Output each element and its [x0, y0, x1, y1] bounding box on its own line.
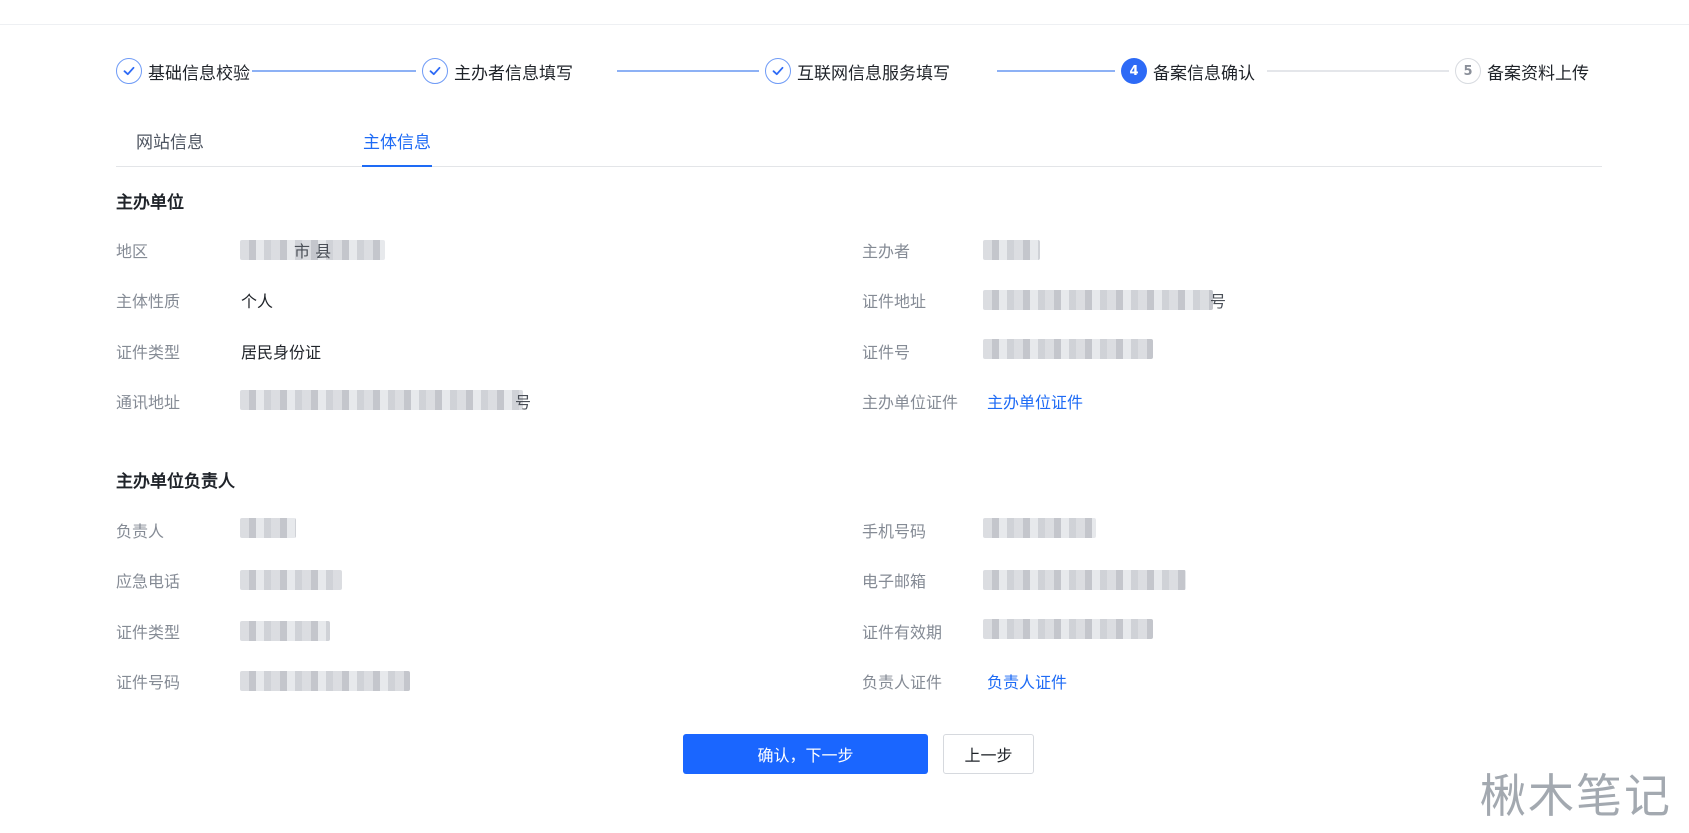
leader-cert-link[interactable]: 负责人证件 [987, 669, 1067, 693]
step-sponsor-info: 主办者信息填写 [422, 54, 573, 88]
leader-cert-label: 负责人证件 [862, 673, 943, 692]
sponsor-unit-title: 主办单位 [116, 193, 184, 213]
cert-no-redacted [983, 339, 1153, 359]
confirm-next-button[interactable]: 确认，下一步 [683, 734, 928, 774]
unit-cert-link[interactable]: 主办单位证件 [987, 389, 1083, 413]
leader-name-redacted [240, 518, 296, 538]
step-label: 主办者信息填写 [454, 63, 573, 84]
cert-valid-redacted [983, 619, 1153, 639]
step-number: 5 [1455, 58, 1481, 84]
emergency-phone-redacted [240, 570, 342, 590]
region-value: 市 县 [294, 242, 332, 261]
step-connector [252, 70, 416, 72]
step-upload: 5 备案资料上传 [1455, 54, 1589, 88]
mail-address-redacted [240, 390, 523, 410]
check-icon [422, 58, 448, 84]
step-connector [617, 70, 759, 72]
top-divider [0, 24, 1689, 25]
nature-label: 主体性质 [116, 292, 181, 311]
region-label: 地区 [116, 242, 149, 261]
leader-cert-type-redacted [240, 621, 330, 641]
tab-subject-info[interactable]: 主体信息 [363, 128, 431, 153]
tab-website-info[interactable]: 网站信息 [136, 128, 204, 153]
step-internet-service: 互联网信息服务填写 [765, 54, 950, 88]
sponsor-value-redacted [983, 240, 1040, 260]
step-connector [1267, 70, 1449, 72]
step-label: 备案资料上传 [1487, 63, 1589, 84]
step-label: 基础信息校验 [148, 63, 250, 84]
emergency-phone-label: 应急电话 [116, 572, 181, 591]
leader-cert-no-redacted [240, 671, 410, 691]
leader-cert-type-label: 证件类型 [116, 623, 181, 642]
check-icon [116, 58, 142, 84]
step-number: 4 [1121, 58, 1147, 84]
step-basic-check: 基础信息校验 [116, 54, 250, 88]
check-icon [765, 58, 791, 84]
email-label: 电子邮箱 [862, 572, 927, 591]
step-confirm: 4 备案信息确认 [1121, 54, 1255, 88]
progress-steps: 基础信息校验 主办者信息填写 互联网信息服务填写 4 备案信息确认 5 备案资料… [116, 54, 1596, 88]
unit-cert-label: 主办单位证件 [862, 393, 959, 412]
phone-redacted [983, 518, 1096, 538]
cert-address-redacted [983, 290, 1213, 310]
leader-cert-no-label: 证件号码 [116, 673, 181, 692]
prev-step-button[interactable]: 上一步 [943, 734, 1034, 774]
active-tab-indicator [362, 165, 432, 167]
cert-address-value: 号 [1210, 292, 1227, 311]
leader-section-title: 主办单位负责人 [116, 472, 235, 492]
step-label: 互联网信息服务填写 [797, 63, 950, 84]
step-label: 备案信息确认 [1153, 63, 1255, 84]
mail-address-value: 号 [515, 393, 532, 412]
info-tabs: 网站信息 主体信息 [116, 120, 1602, 167]
phone-label: 手机号码 [862, 522, 927, 541]
cert-valid-label: 证件有效期 [862, 623, 943, 642]
sponsor-label: 主办者 [862, 242, 911, 261]
step-connector [997, 70, 1115, 72]
cert-address-label: 证件地址 [862, 292, 927, 311]
cert-type-value: 居民身份证 [241, 343, 322, 362]
nature-value: 个人 [241, 292, 274, 311]
cert-type-label: 证件类型 [116, 343, 181, 362]
cert-no-label: 证件号 [862, 343, 911, 362]
watermark-text: 楸木笔记 [1480, 769, 1672, 823]
leader-name-label: 负责人 [116, 522, 165, 541]
mail-address-label: 通讯地址 [116, 393, 181, 412]
email-redacted [983, 570, 1186, 590]
